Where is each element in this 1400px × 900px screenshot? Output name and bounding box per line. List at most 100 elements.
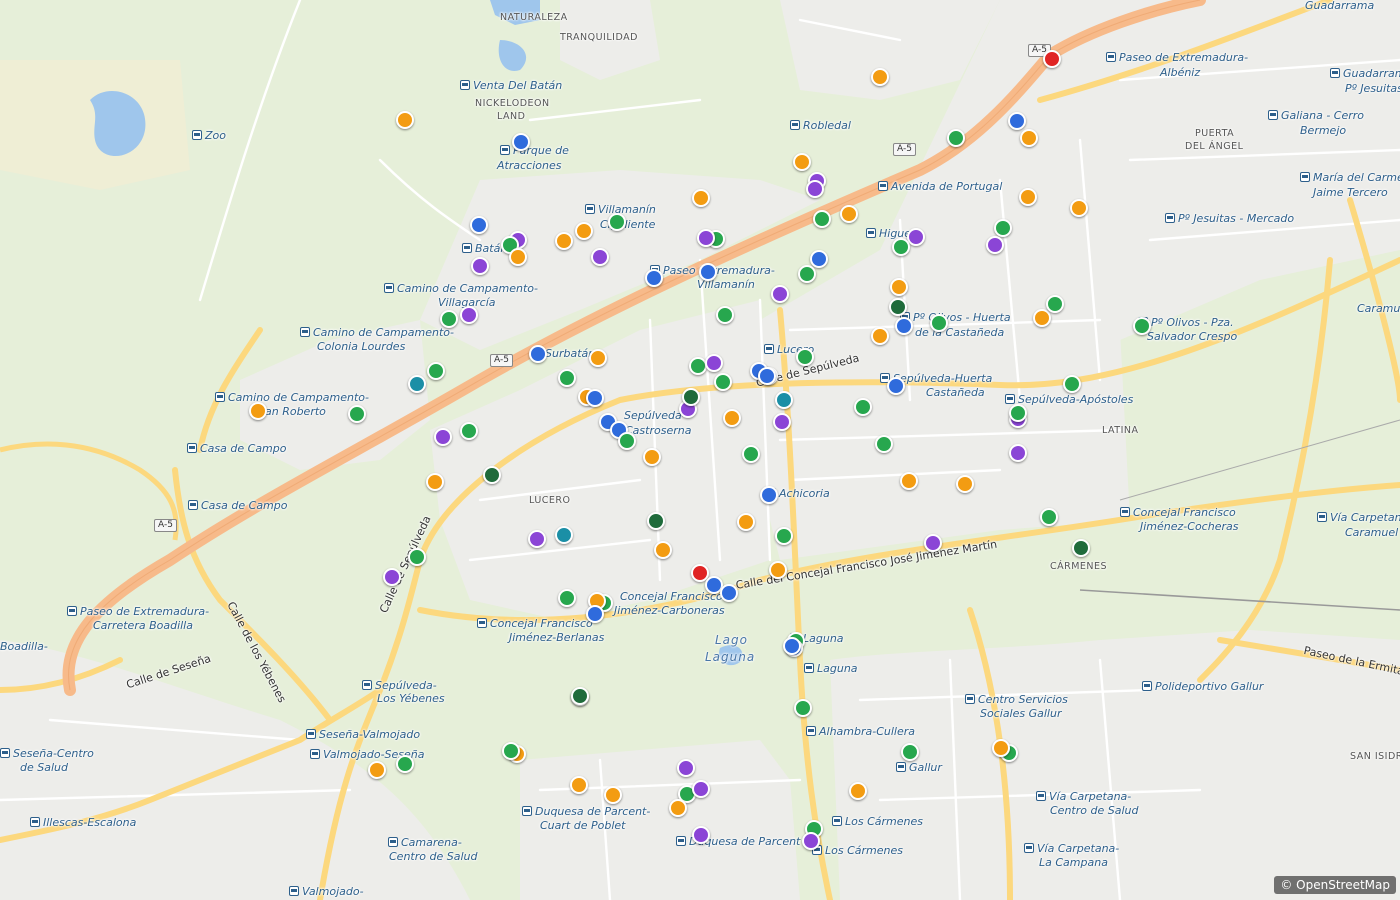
map-marker-green[interactable] <box>1009 404 1027 422</box>
map-marker-orange[interactable] <box>589 349 607 367</box>
map-marker-green[interactable] <box>875 435 893 453</box>
map-marker-teal[interactable] <box>408 375 426 393</box>
map-marker-green[interactable] <box>1133 317 1151 335</box>
map-marker-blue[interactable] <box>887 377 905 395</box>
map-marker-purple[interactable] <box>1009 444 1027 462</box>
map-marker-purple[interactable] <box>806 180 824 198</box>
map-marker-teal[interactable] <box>775 391 793 409</box>
map-marker-green[interactable] <box>716 306 734 324</box>
map-marker-orange[interactable] <box>769 561 787 579</box>
map-marker-purple[interactable] <box>924 534 942 552</box>
map-marker-orange[interactable] <box>1020 129 1038 147</box>
map-marker-green[interactable] <box>408 548 426 566</box>
map-marker-orange[interactable] <box>249 402 267 420</box>
map-marker-blue[interactable] <box>529 345 547 363</box>
map-marker-orange[interactable] <box>871 327 889 345</box>
map-marker-purple[interactable] <box>771 285 789 303</box>
map-marker-purple[interactable] <box>591 248 609 266</box>
map-marker-green[interactable] <box>558 589 576 607</box>
map-marker-blue[interactable] <box>699 263 717 281</box>
map-marker-green[interactable] <box>608 213 626 231</box>
map-marker-purple[interactable] <box>471 257 489 275</box>
map-marker-purple[interactable] <box>460 306 478 324</box>
map-marker-blue[interactable] <box>810 250 828 268</box>
map-marker-purple[interactable] <box>692 780 710 798</box>
map-marker-orange[interactable] <box>604 786 622 804</box>
map-marker-blue[interactable] <box>586 389 604 407</box>
map-marker-orange[interactable] <box>1070 199 1088 217</box>
map-marker-orange[interactable] <box>992 739 1010 757</box>
map-marker-purple[interactable] <box>802 832 820 850</box>
map-marker-green[interactable] <box>947 129 965 147</box>
map-marker-darkgreen[interactable] <box>1072 539 1090 557</box>
map-marker-green[interactable] <box>348 405 366 423</box>
map-marker-purple[interactable] <box>697 229 715 247</box>
map-marker-green[interactable] <box>440 310 458 328</box>
map-marker-green[interactable] <box>689 357 707 375</box>
map-view[interactable]: NATURALEZA TRANQUILIDAD Venta Del Batán NIC… <box>0 0 1400 900</box>
map-marker-green[interactable] <box>794 699 812 717</box>
map-marker-green[interactable] <box>798 265 816 283</box>
map-marker-green[interactable] <box>994 219 1012 237</box>
map-marker-purple[interactable] <box>986 236 1004 254</box>
map-marker-green[interactable] <box>558 369 576 387</box>
map-marker-orange[interactable] <box>900 472 918 490</box>
map-marker-green[interactable] <box>892 238 910 256</box>
map-marker-orange[interactable] <box>723 409 741 427</box>
map-marker-purple[interactable] <box>773 413 791 431</box>
map-marker-darkgreen[interactable] <box>571 687 589 705</box>
map-marker-orange[interactable] <box>849 782 867 800</box>
map-marker-orange[interactable] <box>692 189 710 207</box>
map-marker-green[interactable] <box>1063 375 1081 393</box>
map-marker-darkgreen[interactable] <box>483 466 501 484</box>
map-marker-orange[interactable] <box>871 68 889 86</box>
map-marker-green[interactable] <box>618 432 636 450</box>
attribution[interactable]: © OpenStreetMap <box>1274 876 1396 894</box>
map-marker-purple[interactable] <box>528 530 546 548</box>
map-marker-purple[interactable] <box>677 759 695 777</box>
map-marker-teal[interactable] <box>555 526 573 544</box>
map-marker-green[interactable] <box>796 348 814 366</box>
map-marker-purple[interactable] <box>383 568 401 586</box>
map-marker-blue[interactable] <box>783 637 801 655</box>
map-marker-blue[interactable] <box>895 317 913 335</box>
map-marker-green[interactable] <box>714 373 732 391</box>
map-marker-green[interactable] <box>901 743 919 761</box>
map-marker-green[interactable] <box>1040 508 1058 526</box>
map-marker-purple[interactable] <box>692 826 710 844</box>
map-marker-darkgreen[interactable] <box>889 298 907 316</box>
map-marker-green[interactable] <box>396 755 414 773</box>
map-marker-orange[interactable] <box>570 776 588 794</box>
map-marker-orange[interactable] <box>654 541 672 559</box>
map-marker-orange[interactable] <box>890 278 908 296</box>
map-marker-purple[interactable] <box>705 354 723 372</box>
map-marker-purple[interactable] <box>907 228 925 246</box>
map-marker-purple[interactable] <box>434 428 452 446</box>
map-marker-orange[interactable] <box>555 232 573 250</box>
map-marker-orange[interactable] <box>643 448 661 466</box>
map-marker-blue[interactable] <box>720 584 738 602</box>
map-marker-darkgreen[interactable] <box>647 512 665 530</box>
map-marker-green[interactable] <box>930 314 948 332</box>
map-marker-blue[interactable] <box>470 216 488 234</box>
map-marker-blue[interactable] <box>512 133 530 151</box>
map-marker-blue[interactable] <box>586 605 604 623</box>
map-marker-orange[interactable] <box>509 248 527 266</box>
map-marker-orange[interactable] <box>396 111 414 129</box>
map-marker-green[interactable] <box>502 742 520 760</box>
map-marker-red[interactable] <box>1043 50 1061 68</box>
map-marker-blue[interactable] <box>1008 112 1026 130</box>
map-marker-orange[interactable] <box>737 513 755 531</box>
map-marker-darkgreen[interactable] <box>682 388 700 406</box>
map-marker-orange[interactable] <box>956 475 974 493</box>
map-marker-blue[interactable] <box>758 367 776 385</box>
map-marker-orange[interactable] <box>368 761 386 779</box>
map-marker-orange[interactable] <box>840 205 858 223</box>
map-marker-orange[interactable] <box>1019 188 1037 206</box>
map-marker-green[interactable] <box>1046 295 1064 313</box>
map-marker-blue[interactable] <box>760 486 778 504</box>
map-marker-green[interactable] <box>854 398 872 416</box>
map-marker-orange[interactable] <box>575 222 593 240</box>
map-marker-orange[interactable] <box>426 473 444 491</box>
map-marker-orange[interactable] <box>793 153 811 171</box>
